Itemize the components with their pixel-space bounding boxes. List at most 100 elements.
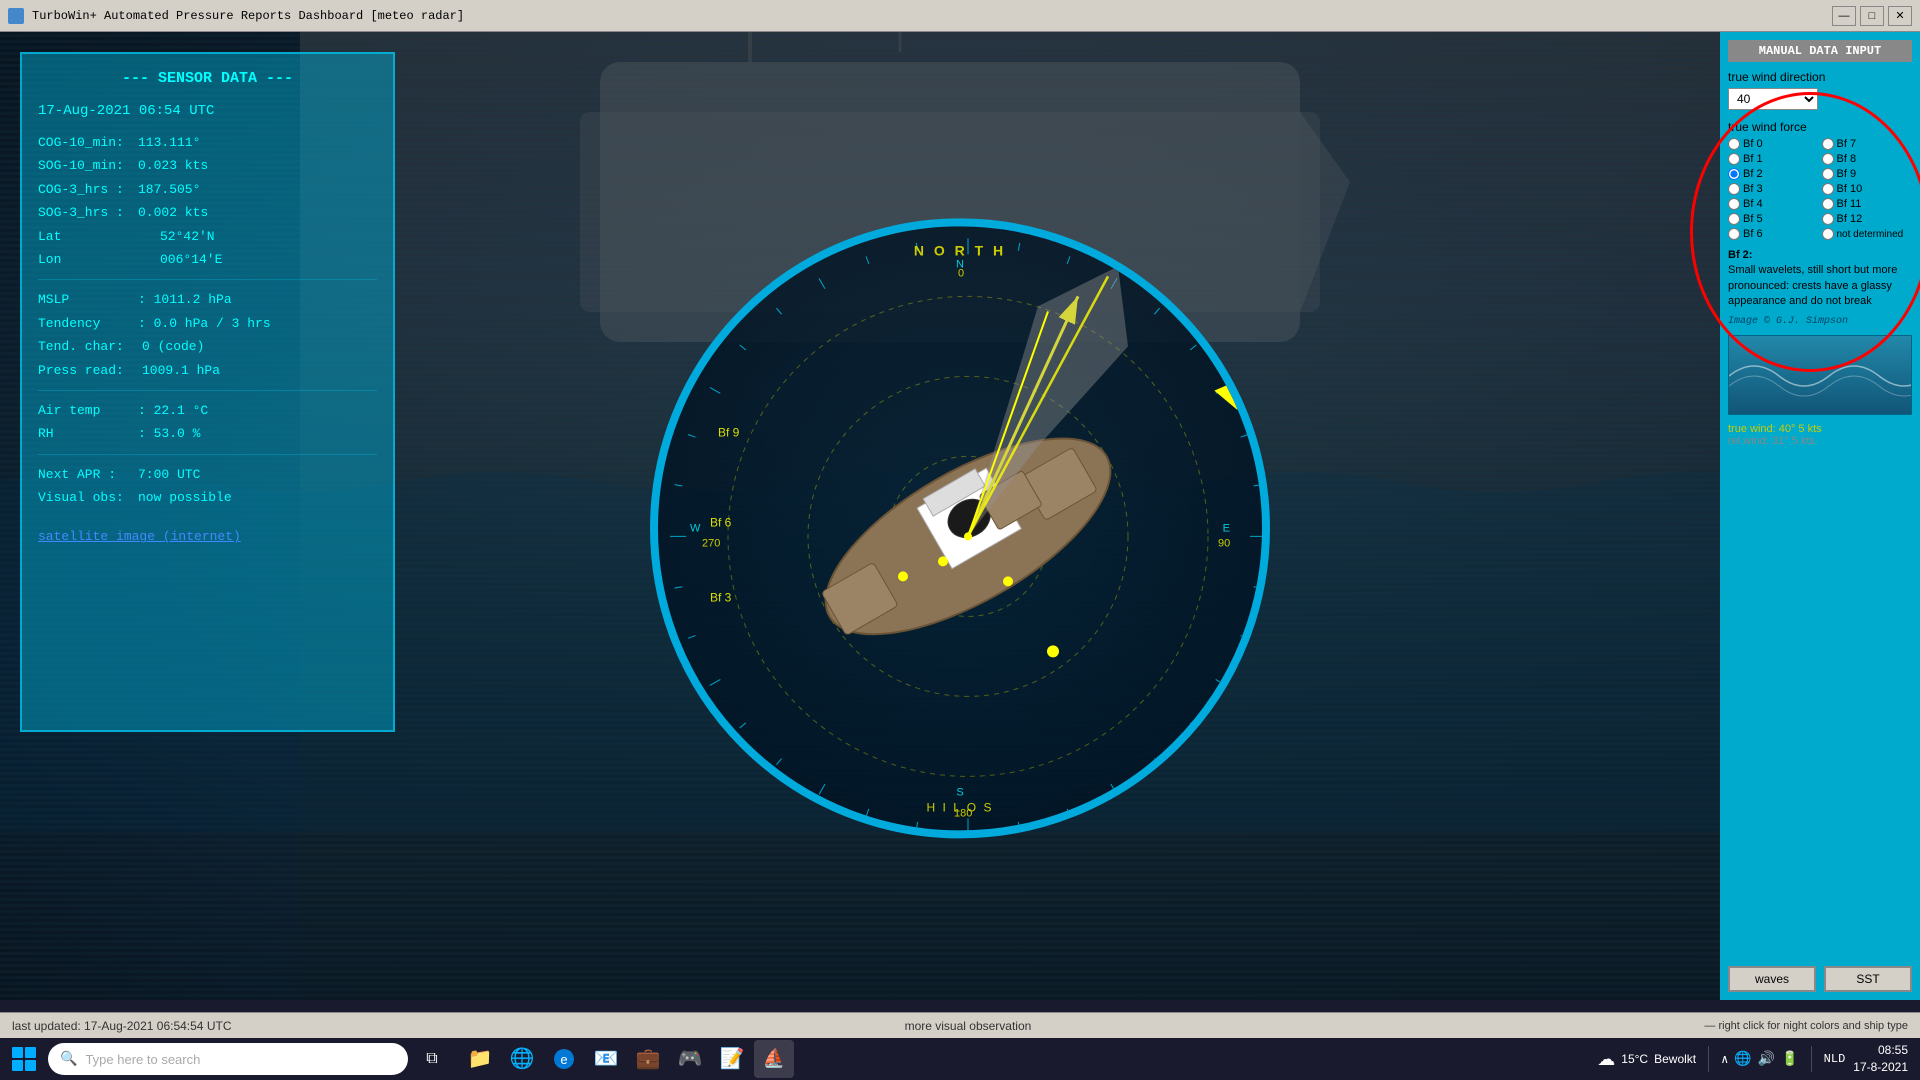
sog-3-row: SOG-3_hrs : 0.002 kts <box>38 201 377 224</box>
maximize-button[interactable]: □ <box>1860 6 1884 26</box>
bf4-option: Bf 4 <box>1728 198 1819 210</box>
chrome-button[interactable]: 🌐 <box>502 1040 542 1078</box>
app2-icon: 🎮 <box>678 1046 703 1072</box>
battery-icon: 🔋 <box>1781 1051 1798 1068</box>
bf3-radio[interactable] <box>1728 183 1740 195</box>
apr-data: Next APR : 7:00 UTC Visual obs: now poss… <box>38 463 377 510</box>
window-title: TurboWin+ Automated Pressure Reports Das… <box>32 9 464 23</box>
main-content: --- SENSOR DATA --- 17-Aug-2021 06:54 UT… <box>0 32 1920 1000</box>
sog-3-value: 0.002 kts <box>138 201 208 224</box>
bf8-radio[interactable] <box>1822 153 1834 165</box>
edge-button[interactable]: e <box>544 1040 584 1078</box>
bf7-label: Bf 7 <box>1837 138 1857 150</box>
app-icon <box>8 8 24 24</box>
close-button[interactable]: ✕ <box>1888 6 1912 26</box>
satellite-link[interactable]: satellite image (internet) <box>38 529 241 544</box>
bf9-label: Bf 9 <box>1837 168 1857 180</box>
compass-south: H I L O S <box>927 800 994 814</box>
bf10-radio[interactable] <box>1822 183 1834 195</box>
sensor-panel: --- SENSOR DATA --- 17-Aug-2021 06:54 UT… <box>20 52 395 732</box>
sog-10-value: 0.023 kts <box>138 154 208 177</box>
bottom-buttons: waves SST <box>1728 966 1912 992</box>
unknown-app2-button[interactable]: 🎮 <box>670 1040 710 1078</box>
rh-row: RH : 53.0 % <box>38 422 377 445</box>
beaufort-radio-grid: Bf 0 Bf 7 Bf 1 Bf 8 Bf 2 Bf 9 <box>1728 138 1912 240</box>
unknown-app1-button[interactable]: 💼 <box>628 1040 668 1078</box>
word-icon: 📝 <box>720 1046 745 1072</box>
waves-button[interactable]: waves <box>1728 966 1816 992</box>
weather-area: ☁ 15°C Bewolkt <box>1597 1049 1696 1070</box>
divider-2 <box>38 390 377 391</box>
temp-data: Air temp : 22.1 °C RH : 53.0 % <box>38 399 377 446</box>
true-wind: true wind: 40° 5 kts <box>1728 423 1912 435</box>
mslp-label: MSLP <box>38 288 138 311</box>
manual-data-panel: MANUAL DATA INPUT true wind direction 40… <box>1720 32 1920 1000</box>
search-icon: 🔍 <box>60 1051 77 1068</box>
wind-direction-select[interactable]: 40 0102030 5060708090 <box>1728 88 1818 110</box>
bf2-label: Bf 2 <box>1743 168 1763 180</box>
wind-force-label: true wind force <box>1728 120 1912 134</box>
task-view-button[interactable]: ⧉ <box>412 1040 452 1078</box>
bf7-radio[interactable] <box>1822 138 1834 150</box>
bf0-radio[interactable] <box>1728 138 1740 150</box>
tendency-row: Tendency : 0.0 hPa / 3 hrs <box>38 312 377 335</box>
sensor-title: --- SENSOR DATA --- <box>38 70 377 87</box>
outlook-button[interactable]: 📧 <box>586 1040 626 1078</box>
lon-label: Lon <box>38 248 138 271</box>
pressure-data: MSLP : 1011.2 hPa Tendency : 0.0 hPa / 3… <box>38 288 377 382</box>
bf6-radio[interactable] <box>1728 228 1740 240</box>
bf-desc-text: Small wavelets, still short but more pro… <box>1728 264 1897 307</box>
file-explorer-button[interactable]: 📁 <box>460 1040 500 1078</box>
search-placeholder: Type here to search <box>85 1052 200 1067</box>
next-apr-label: Next APR : <box>38 463 138 486</box>
sst-button[interactable]: SST <box>1824 966 1912 992</box>
divider-1 <box>38 279 377 280</box>
bf4-radio[interactable] <box>1728 198 1740 210</box>
bf2-option: Bf 2 <box>1728 168 1819 180</box>
divider-3 <box>38 454 377 455</box>
clock-area[interactable]: 08:55 17-8-2021 <box>1853 1042 1908 1076</box>
bf1-radio[interactable] <box>1728 153 1740 165</box>
start-button[interactable] <box>4 1040 44 1078</box>
chrome-icon: 🌐 <box>510 1046 535 1072</box>
minimize-button[interactable]: — <box>1832 6 1856 26</box>
next-apr-row: Next APR : 7:00 UTC <box>38 463 377 486</box>
press-read-value: 1009.1 hPa <box>138 359 220 382</box>
bf11-radio[interactable] <box>1822 198 1834 210</box>
app1-icon: 💼 <box>636 1046 661 1072</box>
air-temp-label: Air temp <box>38 399 138 422</box>
bf5-radio[interactable] <box>1728 213 1740 225</box>
east-mark: E <box>1223 522 1230 534</box>
chevron-up-icon[interactable]: ∧ <box>1721 1052 1728 1067</box>
word-button[interactable]: 📝 <box>712 1040 752 1078</box>
west-mark: W <box>690 522 700 534</box>
status-center: more visual observation <box>243 1019 1692 1033</box>
sog-3-label: SOG-3_hrs : <box>38 201 138 224</box>
title-bar: TurboWin+ Automated Pressure Reports Das… <box>0 0 1920 32</box>
turbowin-button[interactable]: ⛵ <box>754 1040 794 1078</box>
notdet-radio[interactable] <box>1822 228 1834 240</box>
bf-description: Bf 2: Small wavelets, still short but mo… <box>1728 248 1912 310</box>
wave-svg <box>1729 336 1911 416</box>
tend-char-label: Tend. char: <box>38 335 138 358</box>
clock-date: 17-8-2021 <box>1853 1059 1908 1076</box>
notdet-label: not determined <box>1837 229 1904 240</box>
bf2-radio[interactable] <box>1728 168 1740 180</box>
bf7-option: Bf 7 <box>1822 138 1913 150</box>
tray-divider <box>1708 1046 1709 1072</box>
svg-text:90: 90 <box>1218 537 1230 549</box>
bf9-radio[interactable] <box>1822 168 1834 180</box>
bf0-label: Bf 0 <box>1743 138 1763 150</box>
image-credit: Image © G.J. Simpson <box>1728 316 1912 327</box>
bf8-option: Bf 8 <box>1822 153 1913 165</box>
tendency-value: : 0.0 hPa / 3 hrs <box>138 312 271 335</box>
bf4-label: Bf 4 <box>1743 198 1763 210</box>
bf12-radio[interactable] <box>1822 213 1834 225</box>
locale-label: NLD <box>1824 1052 1846 1066</box>
clock-divider <box>1811 1046 1812 1072</box>
bf5-label: Bf 5 <box>1743 213 1763 225</box>
press-read-row: Press read: 1009.1 hPa <box>38 359 377 382</box>
taskbar-search-bar[interactable]: 🔍 Type here to search <box>48 1043 408 1075</box>
status-right: — right click for night colors and ship … <box>1692 1020 1920 1032</box>
visual-obs-label: Visual obs: <box>38 486 138 509</box>
